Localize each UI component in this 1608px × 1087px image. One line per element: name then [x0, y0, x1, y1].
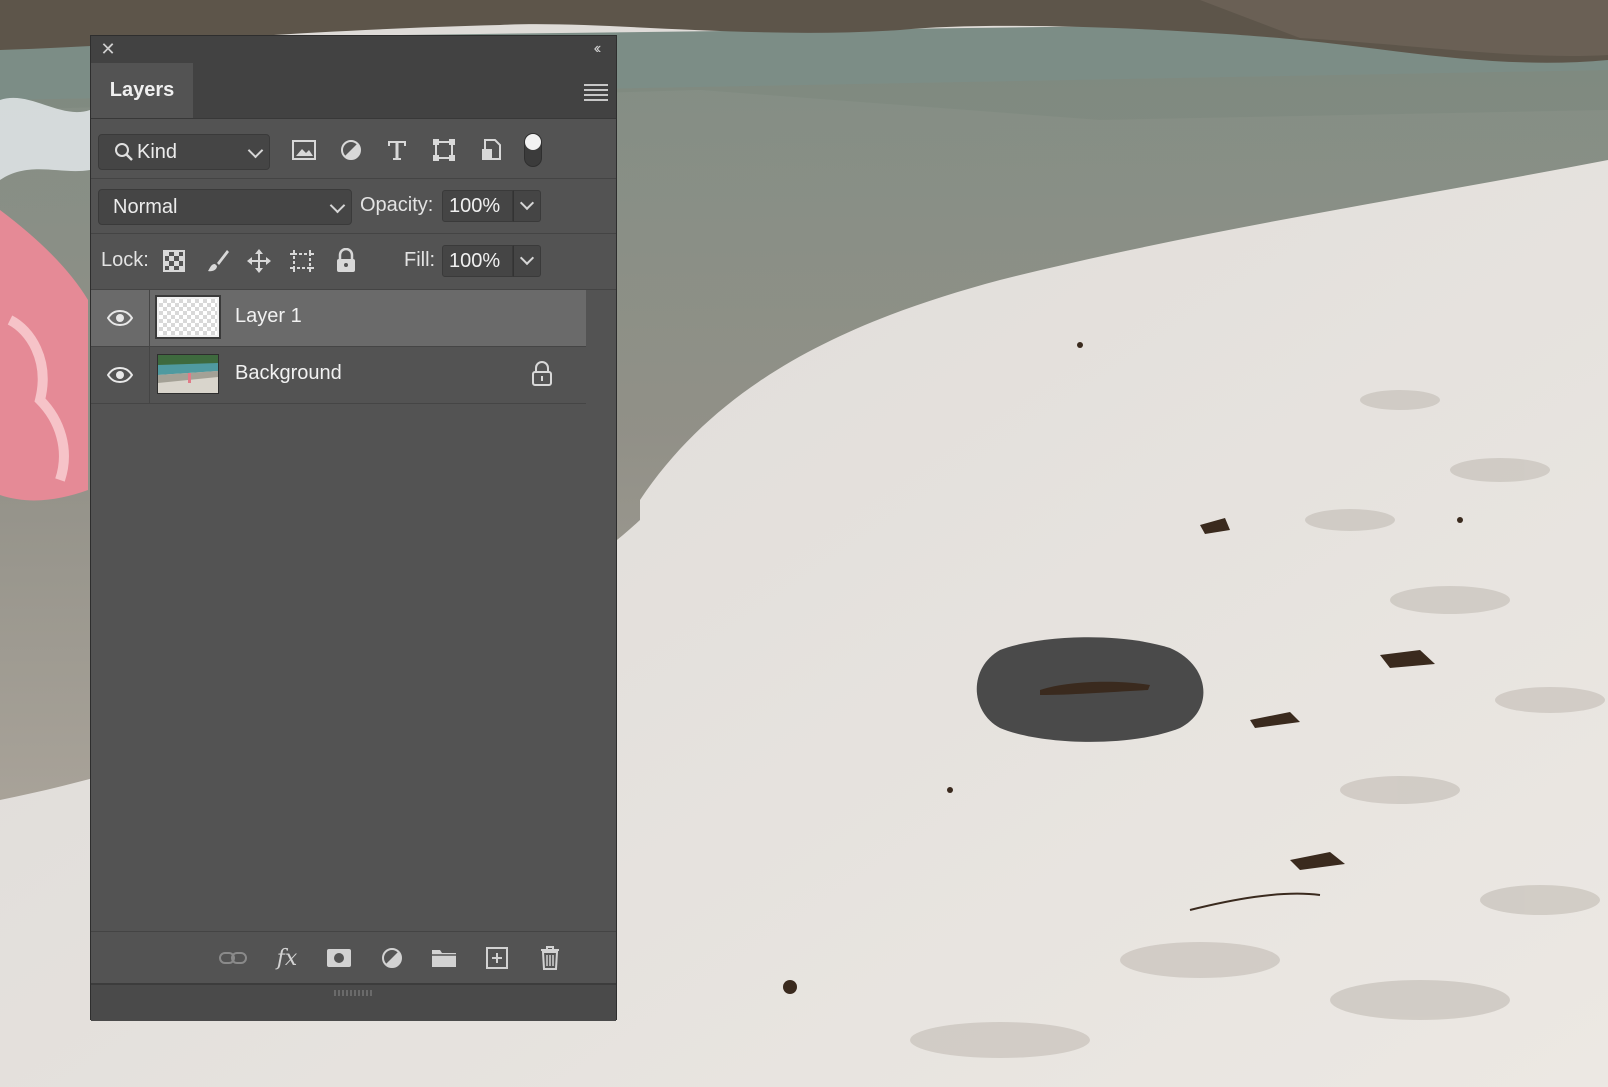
opacity-slider-toggle[interactable]: [513, 190, 541, 222]
kind-filter-dropdown[interactable]: Kind: [98, 134, 270, 170]
fill-input[interactable]: 100%: [442, 245, 513, 277]
image-filter-icon[interactable]: [290, 136, 318, 164]
collapse-icon[interactable]: ‹‹: [586, 39, 606, 59]
layers-panel: ✕ ‹‹ Layers Kind Normal Opacity: 100% Lo…: [90, 35, 617, 1021]
lock-all-icon[interactable]: [331, 246, 361, 276]
fill-slider-toggle[interactable]: [513, 245, 541, 277]
layer-name: Background: [235, 362, 342, 384]
lock-row: Lock: Fill: 100%: [91, 234, 616, 290]
fill-label: Fill:: [404, 249, 436, 271]
lock-position-icon[interactable]: [244, 246, 274, 276]
layer-thumbnail: [157, 354, 219, 394]
layer-row[interactable]: Layer 1: [91, 290, 586, 347]
layers-list: Layer 1 Background: [91, 290, 616, 930]
search-icon: [113, 141, 135, 169]
lock-image-pixels-icon[interactable]: [203, 246, 233, 276]
tab-layers-label: Layers: [109, 79, 175, 101]
layer-lock-icon[interactable]: [531, 361, 555, 389]
folder-icon[interactable]: [429, 943, 459, 973]
tab-layers[interactable]: Layers: [91, 63, 193, 118]
layer-row[interactable]: Background: [91, 347, 586, 404]
layer-name: Layer 1: [235, 305, 302, 327]
filter-toggle[interactable]: [524, 133, 542, 167]
kind-filter-label: Kind: [137, 140, 178, 163]
panel-footer: fx: [91, 931, 616, 984]
panel-titlebar[interactable]: ✕ ‹‹: [91, 36, 616, 63]
panel-resize-grip[interactable]: [91, 983, 616, 1021]
opacity-input[interactable]: 100%: [442, 190, 513, 222]
blend-row: Normal Opacity: 100%: [91, 179, 616, 234]
mask-icon[interactable]: [324, 943, 354, 973]
shape-filter-icon[interactable]: [430, 136, 458, 164]
layers-scrollbar[interactable]: [586, 290, 616, 930]
filter-row: Kind: [91, 119, 616, 179]
blend-mode-value: Normal: [113, 195, 178, 218]
panel-menu-icon[interactable]: [584, 81, 608, 101]
visibility-eye-icon[interactable]: [91, 347, 150, 403]
trash-icon[interactable]: [535, 943, 565, 973]
type-filter-icon[interactable]: [383, 136, 411, 164]
fx-icon[interactable]: fx: [272, 943, 302, 973]
lock-transparent-pixels-icon[interactable]: [159, 246, 189, 276]
opacity-label: Opacity:: [360, 194, 434, 216]
lock-label: Lock:: [101, 249, 149, 271]
opacity-value: 100%: [449, 194, 501, 217]
new-layer-icon[interactable]: [482, 943, 512, 973]
adjustment-layer-icon[interactable]: [377, 943, 407, 973]
close-icon[interactable]: ✕: [99, 39, 117, 59]
visibility-eye-icon[interactable]: [91, 290, 150, 346]
lock-artboard-icon[interactable]: [287, 246, 317, 276]
fill-value: 100%: [449, 249, 501, 272]
layer-thumbnail: [155, 295, 221, 339]
blend-mode-dropdown[interactable]: Normal: [98, 189, 352, 225]
smart-object-filter-icon[interactable]: [477, 136, 505, 164]
panel-tabbar: Layers: [91, 63, 616, 119]
adjustment-filter-icon[interactable]: [337, 136, 365, 164]
link-icon[interactable]: [218, 943, 248, 973]
